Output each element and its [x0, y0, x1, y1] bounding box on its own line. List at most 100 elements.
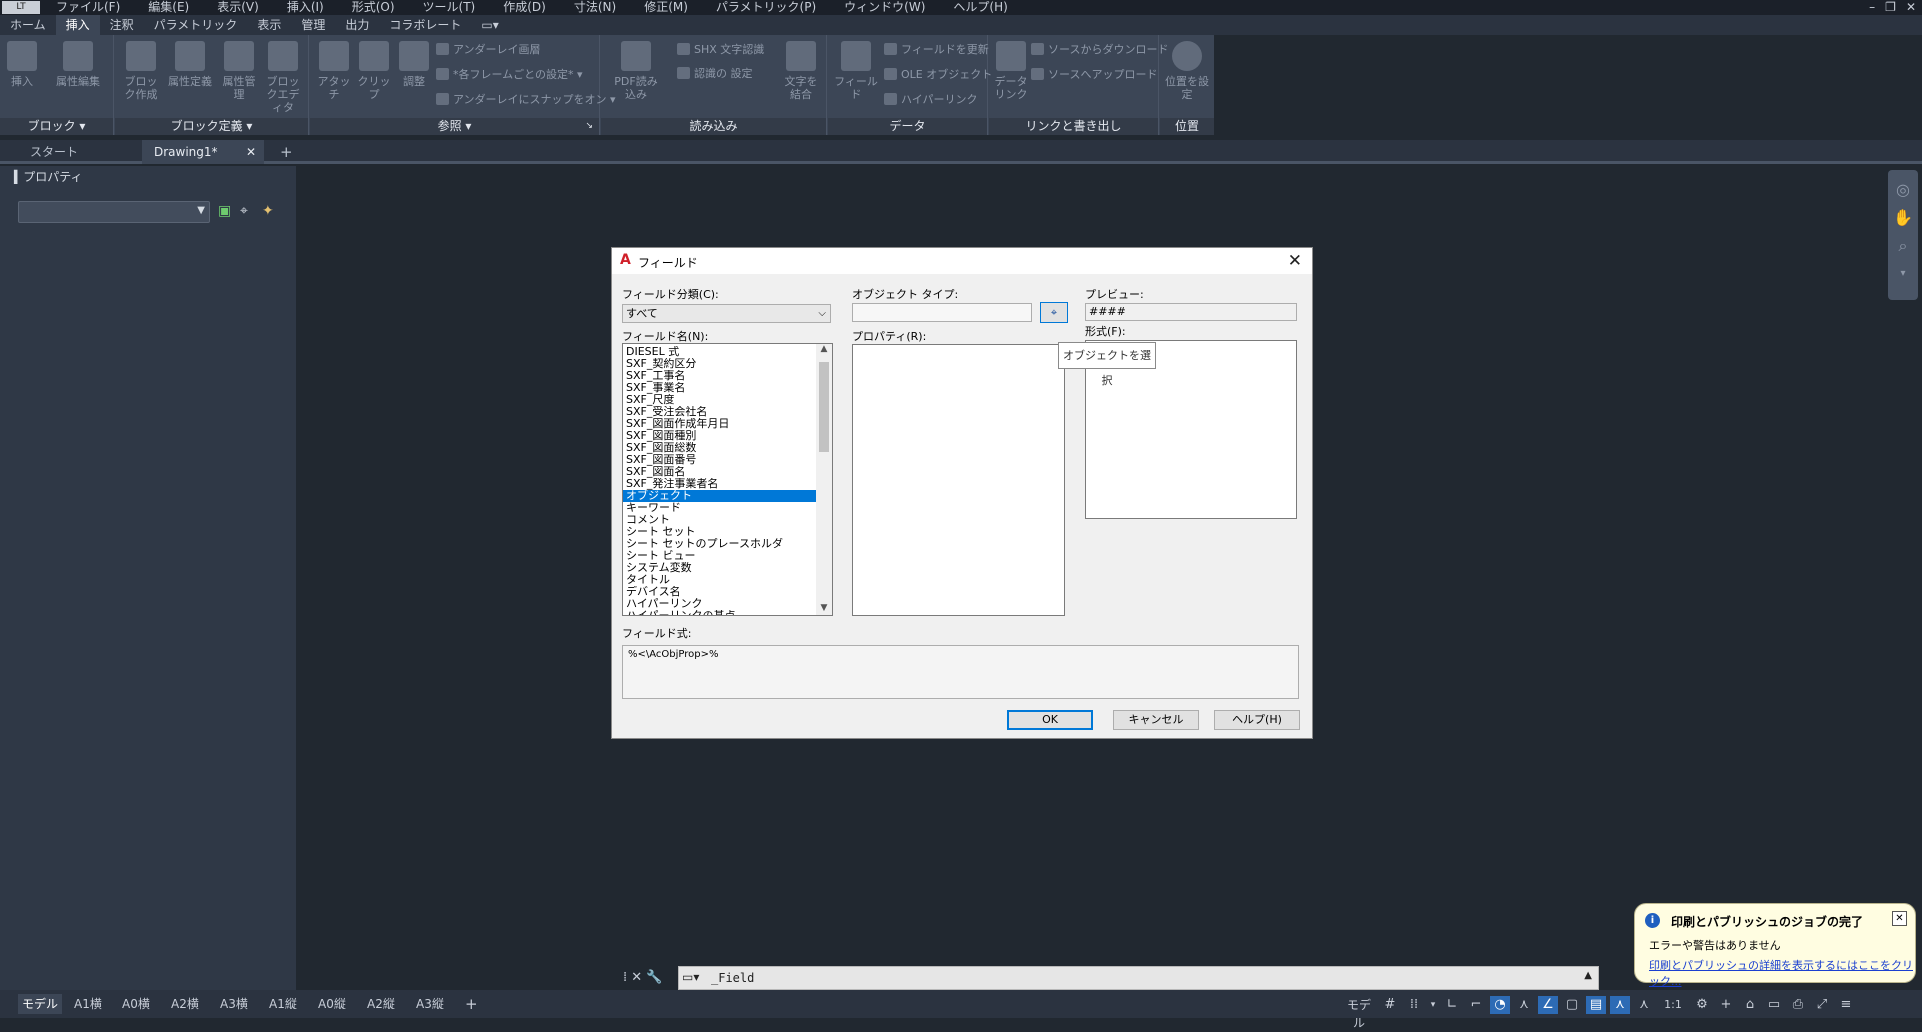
scroll-down-icon[interactable]: ▼ — [816, 603, 832, 613]
menu-format[interactable]: 形式(O) — [338, 0, 409, 15]
add-layout-button[interactable]: + — [465, 994, 478, 1014]
app-logo[interactable]: LT — [2, 1, 40, 14]
quick-select-icon[interactable]: ✦ — [262, 203, 274, 219]
panel-reference-title[interactable]: 参照 ▾ ↘ — [310, 118, 599, 135]
menu-draw[interactable]: 作成(D) — [489, 0, 560, 15]
menu-insert[interactable]: 挿入(I) — [273, 0, 338, 15]
menu-icon[interactable]: ≡ — [1836, 996, 1856, 1014]
frame-setting-dropdown[interactable]: *各フレームごとの設定* ▾ — [436, 66, 583, 84]
update-fields-button[interactable]: フィールドを更新 — [884, 41, 989, 59]
ok-button[interactable]: OK — [1007, 710, 1093, 730]
list-item[interactable]: SXF_図面名 — [623, 466, 816, 478]
command-history-icon[interactable]: ▲ — [1584, 970, 1592, 981]
list-item[interactable]: ハイパーリンクの基点 — [623, 610, 816, 615]
menu-parametric[interactable]: パラメトリック(P) — [702, 0, 830, 15]
recognition-settings-button[interactable]: 認識の 設定 — [677, 65, 753, 83]
close-icon[interactable]: ✕ — [1288, 251, 1302, 271]
pan-icon[interactable]: ✋ — [1888, 204, 1918, 232]
list-item[interactable]: SXF_図面種別 — [623, 430, 816, 442]
properties-list[interactable] — [852, 344, 1065, 616]
tab-collaborate[interactable]: コラボレート — [379, 15, 471, 35]
nav-more-icon[interactable]: ▾ — [1888, 260, 1918, 288]
select-objects-icon[interactable]: ⌖ — [240, 203, 248, 219]
zoom-icon[interactable]: ⌕ — [1888, 232, 1918, 260]
restore-icon[interactable]: ❐ — [1885, 0, 1896, 15]
dynamic-input-icon[interactable]: ⌐ — [1466, 996, 1486, 1014]
annotation-scale[interactable]: 1:1 — [1658, 996, 1688, 1014]
set-location-button[interactable]: 位置を設定 — [1164, 41, 1210, 101]
list-item[interactable]: SXF_図面総数 — [623, 442, 816, 454]
list-item[interactable]: DIESEL 式 — [623, 346, 816, 358]
upload-source-button[interactable]: ソースへアップロード — [1031, 66, 1157, 84]
layout-tab-a1-landscape[interactable]: A1横 — [74, 994, 102, 1014]
layout-tab-a1-portrait[interactable]: A1縦 — [269, 994, 297, 1014]
ole-object-button[interactable]: OLE オブジェクト — [884, 66, 992, 84]
adjust-button[interactable]: 調整 — [394, 41, 434, 88]
list-item[interactable]: SXF_発注事業者名 — [623, 478, 816, 490]
tab-manage[interactable]: 管理 — [291, 15, 335, 35]
tab-parametric[interactable]: パラメトリック — [144, 15, 248, 35]
menu-edit[interactable]: 編集(E) — [134, 0, 203, 15]
list-item[interactable]: SXF_尺度 — [623, 394, 816, 406]
tab-view[interactable]: 表示 — [247, 15, 291, 35]
list-item[interactable]: シート セットのプレースホルダ — [623, 538, 816, 550]
annotation-visibility-icon[interactable]: ⋏ — [1610, 996, 1630, 1014]
list-item[interactable]: SXF_図面作成年月日 — [623, 418, 816, 430]
insert-block-button[interactable]: 挿入 — [2, 41, 42, 88]
list-item[interactable]: SXF_図面番号 — [623, 454, 816, 466]
tab-drawing1[interactable]: Drawing1* ✕ — [142, 140, 264, 164]
list-item[interactable]: コメント — [623, 514, 816, 526]
object-snap-tracking-icon[interactable]: ∠ — [1538, 996, 1558, 1014]
scroll-thumb[interactable] — [819, 362, 829, 452]
layout-tab-a0-portrait[interactable]: A0縦 — [318, 994, 346, 1014]
create-block-button[interactable]: ブロック作成 — [121, 41, 161, 101]
model-space-button[interactable]: モデル — [1342, 996, 1376, 1030]
list-item[interactable]: SXF_契約区分 — [623, 358, 816, 370]
category-dropdown[interactable]: すべて ⌵ — [622, 304, 831, 323]
list-item[interactable]: シート セット — [623, 526, 816, 538]
layout-tab-a0-landscape[interactable]: A0横 — [122, 994, 150, 1014]
scroll-up-icon[interactable]: ▲ — [816, 344, 832, 354]
tab-home[interactable]: ホーム — [0, 15, 56, 35]
snap-mode-icon[interactable]: ⁞⁞ — [1404, 996, 1424, 1014]
define-attr-button[interactable]: 属性定義 — [165, 41, 215, 88]
cancel-button[interactable]: キャンセル — [1113, 710, 1199, 730]
list-item[interactable]: シート ビュー — [623, 550, 816, 562]
notification-balloon[interactable]: i 印刷とパブリッシュのジョブの完了 ✕ エラーや警告はありません 印刷とパブリ… — [1634, 903, 1916, 988]
layout-tab-a2-portrait[interactable]: A2縦 — [367, 994, 395, 1014]
select-object-button[interactable]: ⌖ — [1040, 302, 1068, 323]
menu-window[interactable]: ウィンドウ(W) — [830, 0, 939, 15]
plus-icon[interactable]: + — [1716, 996, 1736, 1014]
command-prompt-icon[interactable]: ▭▾ — [682, 970, 699, 984]
object-selector-dropdown[interactable]: ▼ — [18, 201, 210, 223]
clip-button[interactable]: クリップ — [354, 41, 394, 101]
hyperlink-button[interactable]: ハイパーリンク — [884, 91, 978, 109]
menu-dimension[interactable]: 寸法(N) — [560, 0, 630, 15]
list-item[interactable]: システム変数 — [623, 562, 816, 574]
field-button[interactable]: フィールド — [832, 41, 880, 101]
close-icon[interactable]: ✕ — [1906, 0, 1916, 15]
isolate-objects-icon[interactable]: ⌂ — [1740, 996, 1760, 1014]
steering-wheel-icon[interactable]: ◎ — [1888, 176, 1918, 204]
minimize-icon[interactable]: – — [1869, 0, 1875, 15]
download-source-button[interactable]: ソースからダウンロード — [1031, 41, 1168, 59]
menu-view[interactable]: 表示(V) — [203, 0, 273, 15]
shx-recognition-button[interactable]: SHX 文字認識 — [677, 41, 764, 59]
tab-insert[interactable]: 挿入 — [55, 15, 100, 35]
attr-edit-button[interactable]: 属性編集 — [50, 41, 106, 88]
snap-underlay-dropdown[interactable]: アンダーレイにスナップをオン ▾ — [436, 91, 616, 109]
plot-status-icon[interactable]: ⎙ — [1788, 996, 1808, 1014]
menu-help[interactable]: ヘルプ(H) — [939, 0, 1021, 15]
clean-screen-icon[interactable]: ⤢ — [1812, 996, 1832, 1014]
scrollbar[interactable]: ▲ ▼ — [816, 344, 832, 615]
close-tab-icon[interactable]: ✕ — [246, 140, 256, 164]
auto-scale-icon[interactable]: ⋏ — [1634, 996, 1654, 1014]
customize-icon[interactable]: 🔧 — [646, 970, 662, 985]
tab-start[interactable]: スタート — [0, 140, 142, 164]
units-icon[interactable]: ▭ — [1764, 996, 1784, 1014]
close-command-icon[interactable]: ✕ — [631, 970, 642, 985]
list-item[interactable]: ハイパーリンク — [623, 598, 816, 610]
object-type-field[interactable] — [852, 303, 1032, 322]
layout-tab-a3-landscape[interactable]: A3横 — [220, 994, 248, 1014]
combine-text-button[interactable]: 文字を結合 — [781, 41, 821, 101]
